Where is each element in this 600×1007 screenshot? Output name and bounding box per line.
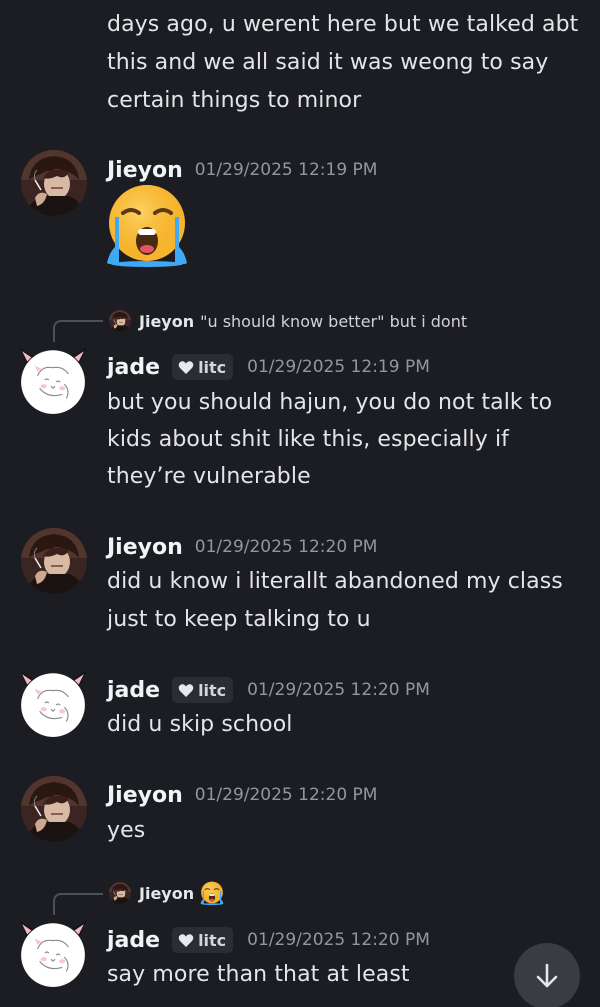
reply-author: Jieyon [139, 311, 195, 331]
message-line: this and we all said it was weong to say [107, 50, 549, 75]
message-header: jade litc 01/29/2025 12:19 PM [107, 352, 430, 382]
author-name[interactable]: Jieyon [107, 535, 183, 560]
message-line: yes [107, 818, 146, 843]
avatar-jieyon[interactable] [21, 776, 87, 842]
message-header: jade litc 01/29/2025 12:20 PM [107, 675, 430, 705]
jade-avatar-image [17, 916, 89, 988]
reply-connector [53, 320, 103, 342]
server-tag[interactable]: litc [172, 677, 234, 703]
reply-preview[interactable]: Jieyon "u should know better" but i dont [107, 308, 467, 334]
message-line: did u skip school [107, 712, 293, 737]
reply-author: Jieyon [139, 883, 195, 903]
arrow-down-icon [536, 963, 558, 988]
jieyon-avatar-image [21, 528, 87, 594]
reply-preview[interactable]: Jieyon [107, 880, 224, 906]
avatar-jieyon[interactable] [21, 150, 87, 216]
avatar-jade[interactable] [17, 916, 89, 988]
avatar-jade[interactable] [17, 343, 89, 415]
server-tag-label: litc [198, 357, 227, 377]
jade-avatar-image [17, 666, 89, 738]
message-line: kids about shit like this, especially if [107, 427, 509, 452]
chat-log: days ago, u werent here but we talked ab… [0, 0, 600, 1007]
jump-to-bottom-button[interactable] [514, 943, 580, 1007]
jieyon-avatar-image [21, 776, 87, 842]
timestamp: 01/29/2025 12:20 PM [194, 785, 378, 805]
message-line: they’re vulnerable [107, 464, 311, 489]
message-line: say more than that at least [107, 962, 410, 987]
jieyon-avatar-image [21, 150, 87, 216]
server-tag[interactable]: litc [172, 354, 234, 380]
author-name[interactable]: Jieyon [107, 783, 183, 808]
author-name[interactable]: jade [107, 928, 160, 953]
heart-icon [178, 360, 194, 375]
message-header: Jieyon 01/29/2025 12:19 PM [107, 155, 377, 185]
timestamp: 01/29/2025 12:20 PM [247, 930, 430, 950]
reply-connector [53, 893, 103, 915]
reply-text: "u should know better" but i dont [200, 311, 468, 331]
server-tag[interactable]: litc [172, 927, 234, 953]
message-line: just to keep talking to u [107, 607, 371, 632]
message-line: certain things to minor [107, 88, 362, 113]
server-tag-label: litc [198, 930, 227, 950]
jieyon-mini-avatar [107, 310, 133, 332]
avatar-jieyon[interactable] [21, 528, 87, 594]
heart-icon [178, 683, 194, 698]
timestamp: 01/29/2025 12:20 PM [194, 537, 378, 557]
message-line: but you should hajun, you do not talk to [107, 390, 553, 415]
jade-avatar-image [17, 343, 89, 415]
timestamp: 01/29/2025 12:19 PM [247, 357, 430, 377]
author-name[interactable]: jade [107, 355, 160, 380]
message-header: jade litc 01/29/2025 12:20 PM [107, 925, 430, 955]
loudly-crying-face-icon [200, 881, 224, 905]
loudly-crying-face-icon [105, 183, 189, 267]
message-line: days ago, u werent here but we talked ab… [107, 12, 579, 37]
timestamp: 01/29/2025 12:19 PM [194, 160, 378, 180]
timestamp: 01/29/2025 12:20 PM [247, 680, 430, 700]
author-name[interactable]: Jieyon [107, 158, 183, 183]
server-tag-label: litc [198, 680, 227, 700]
message-line: did u know i literallt abandoned my clas… [107, 569, 563, 594]
author-name[interactable]: jade [107, 678, 160, 703]
message-header: Jieyon 01/29/2025 12:20 PM [107, 532, 377, 562]
heart-icon [178, 933, 194, 948]
message-header: Jieyon 01/29/2025 12:20 PM [107, 780, 377, 810]
avatar-jade[interactable] [17, 666, 89, 738]
jieyon-mini-avatar [107, 882, 133, 904]
